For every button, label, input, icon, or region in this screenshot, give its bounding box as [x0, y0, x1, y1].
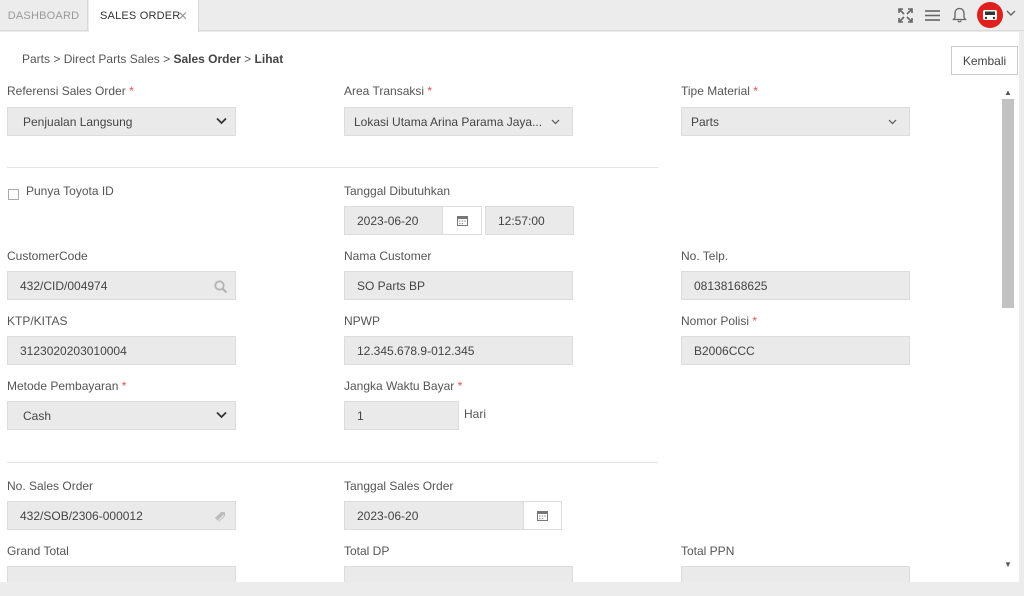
- breadcrumb-lihat: Lihat: [254, 52, 284, 66]
- nomor-polisi-input[interactable]: B2006CCC: [681, 336, 910, 365]
- nama-customer-label: Nama Customer: [344, 249, 432, 263]
- tag-icon: [213, 510, 227, 527]
- tanggal-sales-order-label: Tanggal Sales Order: [344, 479, 454, 493]
- total-dp-input[interactable]: [344, 566, 573, 582]
- search-icon[interactable]: [214, 280, 228, 297]
- ktp-label: KTP/KITAS: [7, 314, 68, 328]
- grand-total-input[interactable]: [7, 566, 236, 582]
- tab-sales-order-label: SALES ORDER: [100, 10, 181, 22]
- npwp-input[interactable]: 12.345.678.9-012.345: [344, 336, 573, 365]
- ref-sales-order-label: Referensi Sales Order *: [7, 84, 134, 98]
- scrollbar-thumb[interactable]: [1002, 99, 1014, 308]
- breadcrumb-separator: >: [244, 52, 252, 66]
- calendar-icon[interactable]: [442, 206, 482, 235]
- breadcrumb-separator: >: [163, 52, 171, 66]
- tanggal-sales-order-input[interactable]: 2023-06-20: [344, 501, 524, 530]
- menu-icon[interactable]: [923, 6, 941, 24]
- grand-total-label: Grand Total: [7, 544, 69, 558]
- jangka-waktu-unit: Hari: [464, 407, 487, 421]
- customer-code-label: CustomerCode: [7, 249, 88, 263]
- total-ppn-input[interactable]: [681, 566, 910, 582]
- toyota-id-label: Punya Toyota ID: [26, 184, 114, 198]
- car-avatar-icon[interactable]: [977, 2, 1003, 28]
- no-telp-input[interactable]: 08138168625: [681, 271, 910, 300]
- total-dp-label: Total DP: [344, 544, 390, 558]
- jangka-waktu-label: Jangka Waktu Bayar *: [344, 379, 463, 393]
- tipe-material-label: Tipe Material *: [681, 84, 758, 98]
- toyota-id-checkbox[interactable]: [8, 189, 19, 200]
- breadcrumb-sales-order[interactable]: Sales Order: [173, 52, 240, 66]
- jangka-waktu-input[interactable]: 1: [344, 401, 459, 430]
- breadcrumb-separator: >: [53, 52, 61, 66]
- chevron-down-icon: [216, 114, 227, 128]
- tab-dashboard-label: DASHBOARD: [7, 9, 80, 22]
- ref-sales-order-select[interactable]: Penjualan Langsung: [7, 107, 236, 136]
- nama-customer-input[interactable]: SO Parts BP: [344, 271, 573, 300]
- tab-sales-order[interactable]: SALES ORDER ✕: [89, 0, 199, 32]
- tanggal-dibutuhkan-date-input[interactable]: 2023-06-20: [344, 206, 443, 235]
- breadcrumb-direct-parts-sales[interactable]: Direct Parts Sales: [64, 52, 160, 66]
- no-sales-order-label: No. Sales Order: [7, 479, 94, 493]
- vertical-scrollbar[interactable]: ▲ ▼: [1000, 85, 1016, 575]
- total-ppn-label: Total PPN: [681, 544, 735, 558]
- bottom-strip: [0, 582, 1024, 596]
- chevron-down-icon[interactable]: [1006, 6, 1016, 20]
- scroll-up-arrow-icon[interactable]: ▲: [1004, 88, 1012, 97]
- ktp-input[interactable]: 3123020203010004: [7, 336, 236, 365]
- nomor-polisi-label: Nomor Polisi *: [681, 314, 758, 328]
- no-sales-order-input[interactable]: 432/SOB/2306-000012: [7, 501, 236, 530]
- chevron-down-icon: [216, 408, 227, 422]
- tanggal-dibutuhkan-time-input[interactable]: 12:57:00: [485, 206, 574, 235]
- customer-code-input[interactable]: 432/CID/004974: [7, 271, 236, 300]
- scroll-down-arrow-icon[interactable]: ▼: [1004, 560, 1012, 569]
- metode-pembayaran-select[interactable]: Cash: [7, 401, 236, 430]
- fullscreen-icon[interactable]: [896, 6, 914, 24]
- tanggal-dibutuhkan-label: Tanggal Dibutuhkan: [344, 184, 451, 198]
- section-divider: [7, 167, 658, 168]
- chevron-down-icon: [551, 114, 560, 128]
- content-panel: Parts > Direct Parts Sales > Sales Order…: [0, 32, 1019, 582]
- tab-close-icon[interactable]: ✕: [178, 9, 188, 23]
- tab-dashboard[interactable]: DASHBOARD: [0, 0, 88, 31]
- area-transaksi-label: Area Transaksi *: [344, 84, 433, 98]
- tipe-material-select[interactable]: Parts: [681, 107, 910, 136]
- section-divider: [7, 462, 658, 463]
- no-telp-label: No. Telp.: [681, 249, 729, 263]
- bell-icon[interactable]: [950, 6, 968, 24]
- breadcrumb-parts[interactable]: Parts: [22, 52, 50, 66]
- metode-pembayaran-label: Metode Pembayaran *: [7, 379, 127, 393]
- calendar-icon[interactable]: [523, 501, 562, 530]
- area-transaksi-select[interactable]: Lokasi Utama Arina Parama Jaya...: [344, 107, 573, 136]
- breadcrumb: Parts > Direct Parts Sales > Sales Order…: [22, 52, 283, 66]
- top-tab-bar: DASHBOARD SALES ORDER ✕: [0, 0, 1024, 32]
- back-button[interactable]: Kembali: [951, 46, 1018, 75]
- chevron-down-icon: [888, 114, 897, 128]
- npwp-label: NPWP: [344, 314, 380, 328]
